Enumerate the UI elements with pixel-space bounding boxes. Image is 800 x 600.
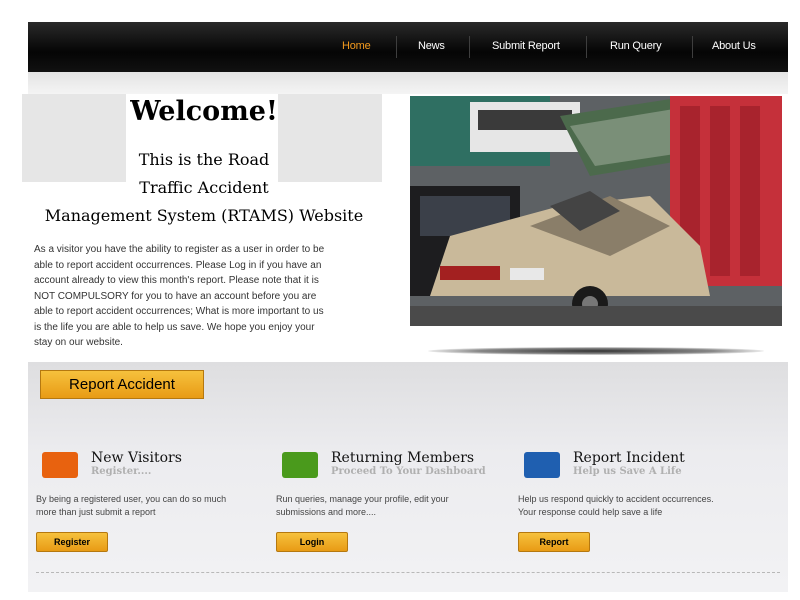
description-line: Your response could help save a life (518, 507, 663, 517)
register-button[interactable]: Register (36, 532, 108, 552)
nav-about-us[interactable]: About Us (712, 40, 756, 52)
new-visitors-title: New Visitors (91, 450, 182, 466)
welcome-text-line: able to report accident occurrences. Ple… (34, 259, 322, 271)
returning-members-title: Returning Members (331, 450, 475, 466)
welcome-text-line: able to report accident occurrences; Wha… (34, 306, 324, 317)
nav-submit-report[interactable]: Submit Report (492, 40, 560, 52)
nav-divider (692, 36, 693, 58)
description-line: By being a registered user, you can do s… (36, 494, 227, 504)
page-frame: Home News Submit Report Run Query About … (22, 22, 788, 592)
nav-divider (469, 36, 470, 58)
accident-photo (410, 96, 782, 326)
welcome-text-line: stay on our website. (34, 337, 123, 348)
accident-photo-illustration (410, 96, 782, 326)
description-line: Run queries, manage your profile, edit y… (276, 494, 449, 504)
new-visitors-subtitle: Register.... (91, 466, 152, 477)
description-line: more than just submit a report (36, 507, 156, 517)
report-accident-button[interactable]: Report Accident (40, 370, 204, 399)
orange-briefcase-icon (42, 452, 78, 478)
welcome-subtitle-line-3: Management System (RTAMS) Website (44, 206, 364, 225)
nav-home[interactable]: Home (342, 40, 371, 52)
welcome-text-line: is the life you are able to help us save… (34, 321, 315, 333)
nav-run-query[interactable]: Run Query (610, 40, 662, 52)
welcome-text-line: NOT COMPULSORY for you to have an accoun… (34, 290, 317, 302)
new-visitors-description: By being a registered user, you can do s… (36, 493, 272, 519)
welcome-title: Welcome! (130, 96, 278, 127)
welcome-subtitle-line-1: This is the Road (138, 150, 270, 169)
report-incident-title: Report Incident (573, 450, 685, 466)
welcome-text-line: As a visitor you have the ability to reg… (34, 244, 325, 255)
returning-members-description: Run queries, manage your profile, edit y… (276, 493, 512, 519)
description-line: Help us respond quickly to accident occu… (518, 494, 714, 504)
login-button[interactable]: Login (276, 532, 348, 552)
welcome-subtitle-line-2: Traffic Accident (139, 178, 269, 197)
top-navbar: Home News Submit Report Run Query About … (28, 22, 788, 72)
nav-divider (586, 36, 587, 58)
report-incident-subtitle: Help us Save A Life (573, 466, 682, 477)
returning-members-subtitle: Proceed To Your Dashboard (331, 466, 486, 477)
welcome-text-line: account already to view this month's rep… (34, 275, 319, 286)
nav-shadow-strip (28, 72, 788, 94)
green-briefcase-icon (282, 452, 318, 478)
welcome-description: As a visitor you have the ability to reg… (34, 242, 374, 351)
nav-news[interactable]: News (418, 40, 445, 52)
blue-briefcase-icon (524, 452, 560, 478)
footer-divider (36, 572, 780, 573)
report-incident-description: Help us respond quickly to accident occu… (518, 493, 754, 519)
description-line: submissions and more.... (276, 507, 377, 517)
report-button[interactable]: Report (518, 532, 590, 552)
nav-divider (396, 36, 397, 58)
photo-shadow (428, 347, 764, 355)
